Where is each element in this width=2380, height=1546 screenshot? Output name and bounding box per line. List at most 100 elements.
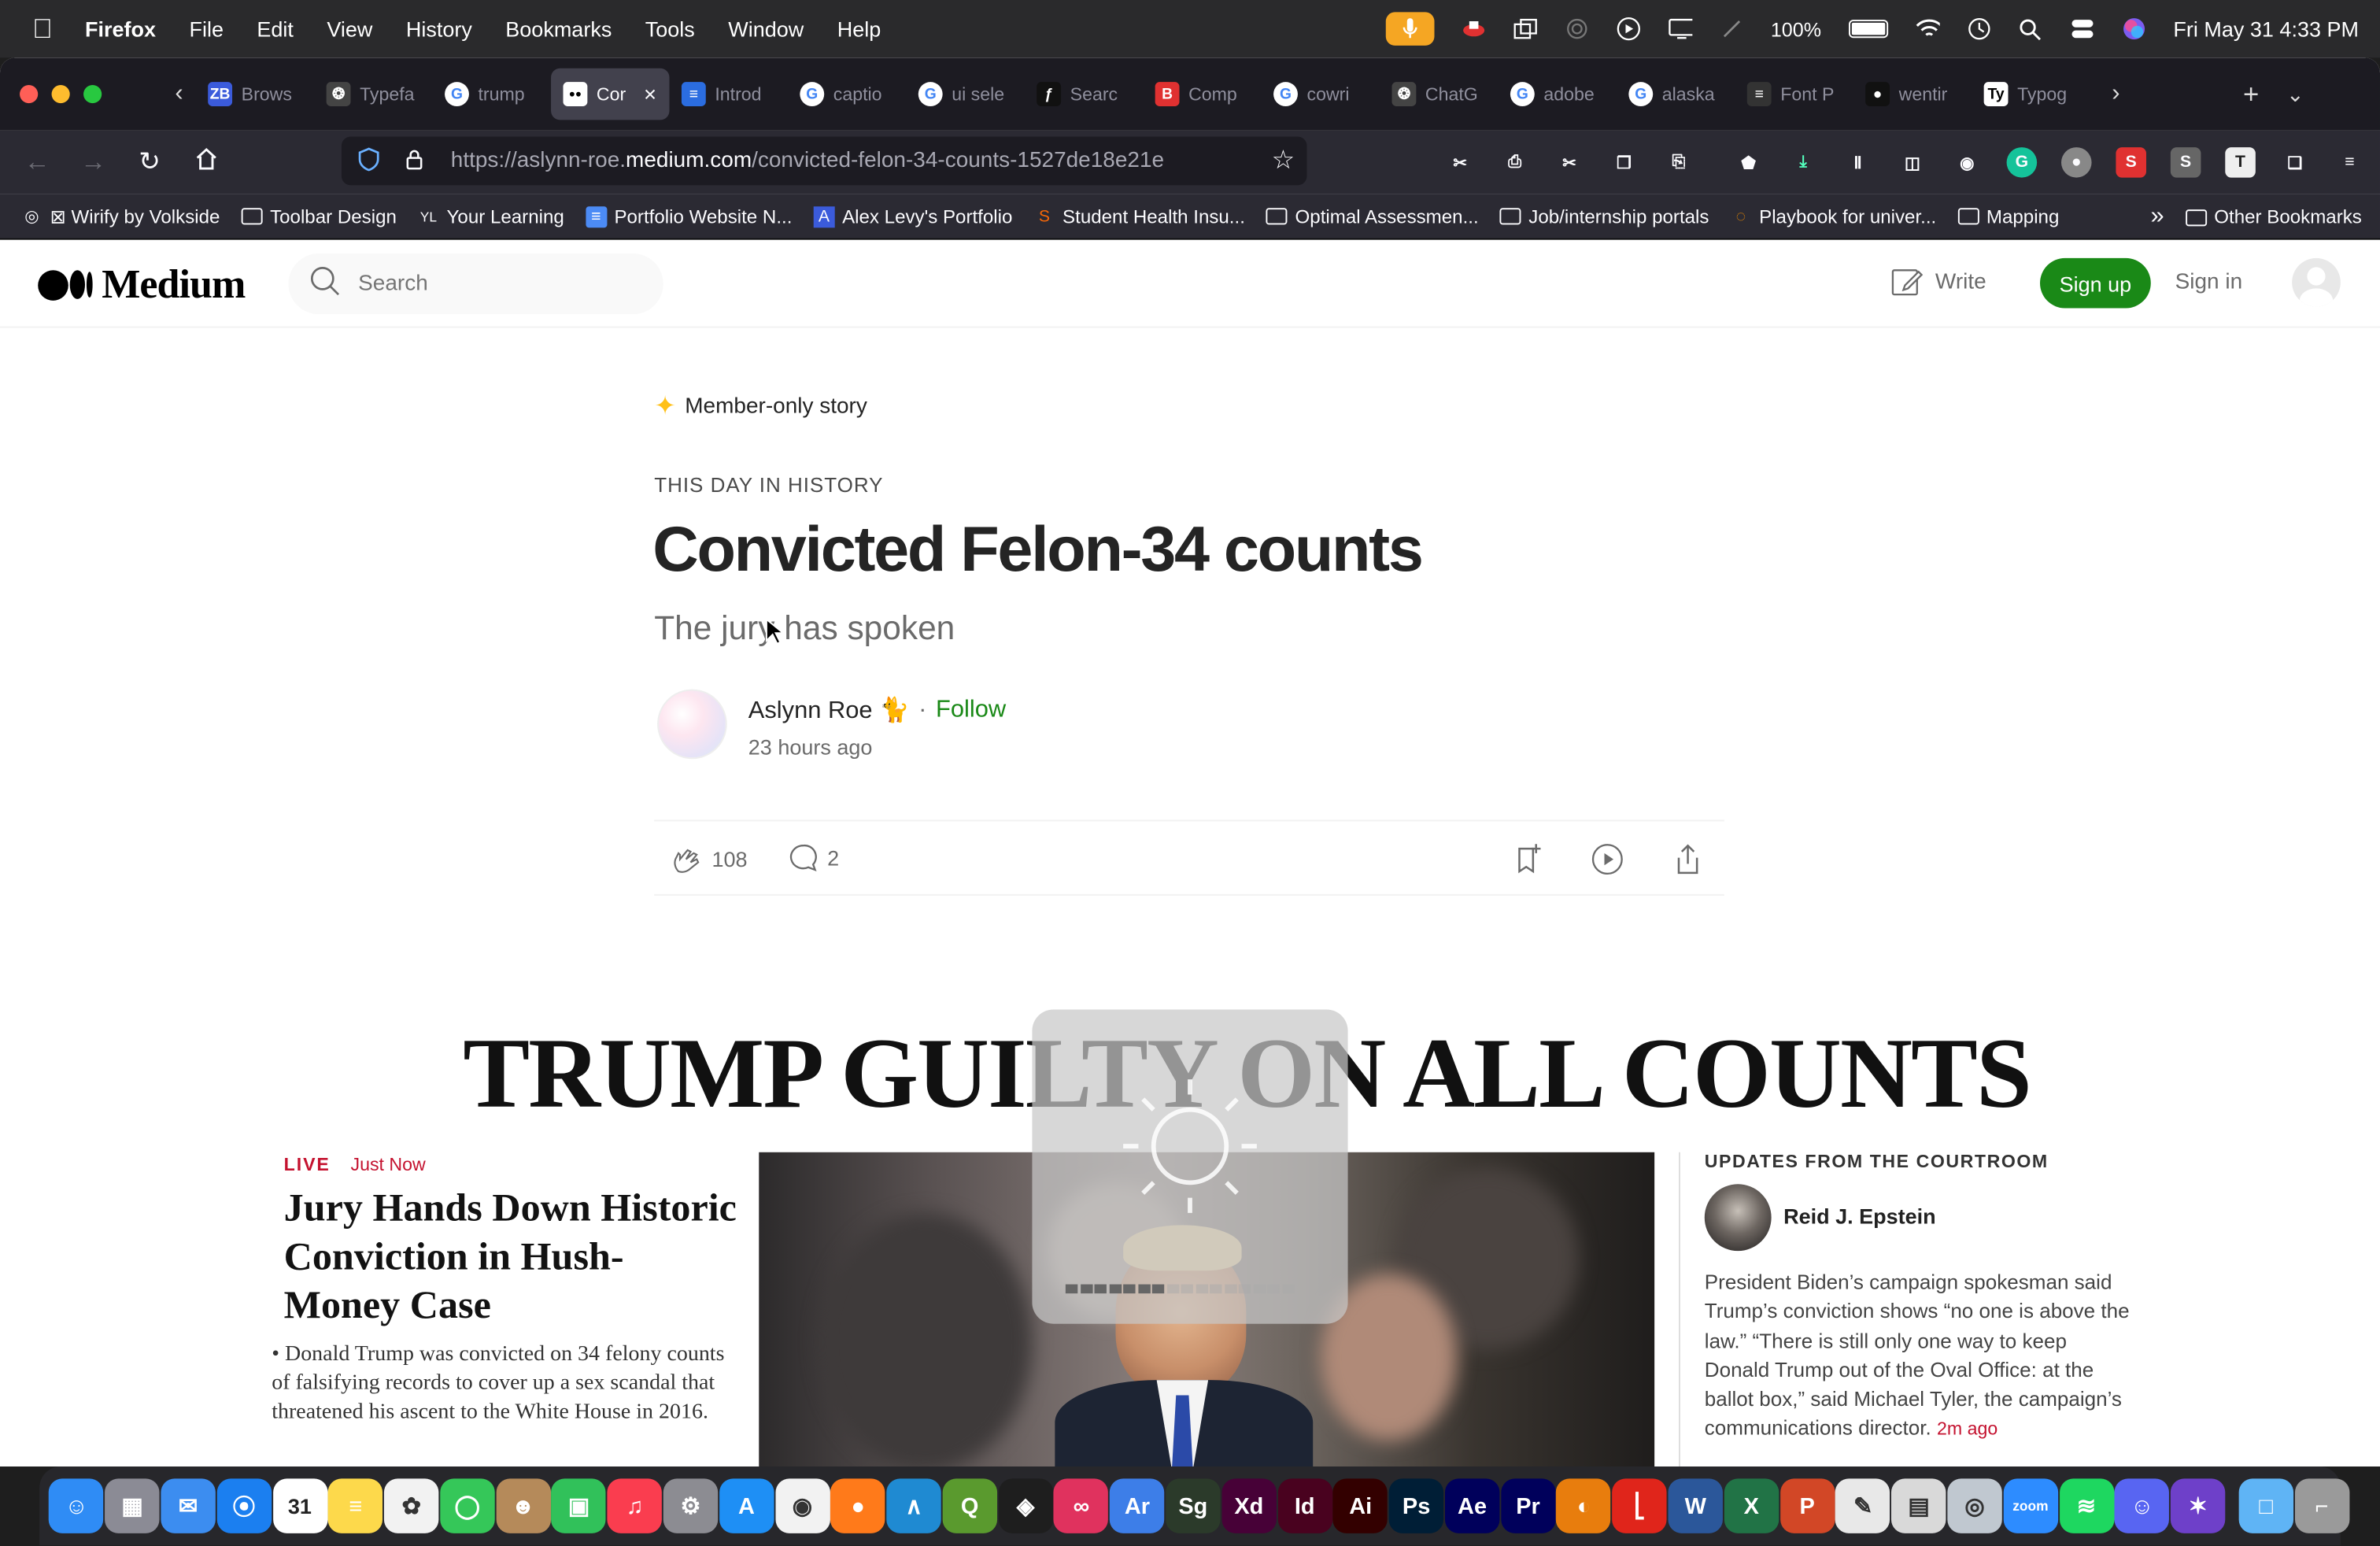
bookmark-item[interactable]: A Alex Levy's Portfolio [813, 205, 1012, 227]
firefox-icon[interactable]: ● [830, 1478, 885, 1533]
tab-ty-15[interactable]: Ty Typog [1972, 68, 2090, 120]
airdrop-icon[interactable] [1565, 17, 1589, 41]
save-bookmark-button[interactable] [1513, 842, 1544, 875]
grammarly-icon[interactable]: G [2006, 147, 2038, 178]
tab-script-f-7[interactable]: ƒ Searc [1025, 68, 1143, 120]
safari-icon[interactable]: ⦿ [216, 1478, 272, 1533]
downloads-icon[interactable]: ⤓ [1788, 147, 1819, 178]
mail-icon[interactable]: ✉ [161, 1478, 216, 1533]
menu-help[interactable]: Help [837, 17, 881, 41]
chrome-icon[interactable]: ◉ [774, 1478, 830, 1533]
tab-google-9[interactable]: Gcowri [1262, 68, 1380, 120]
sign-up-button[interactable]: Sign up [2039, 257, 2151, 309]
back-icon[interactable]: ← [9, 147, 65, 178]
bookmark-item[interactable]: ◌ Playbook for univer... [1730, 205, 1937, 227]
bookmark-item[interactable]: ≡ Portfolio Website N... [585, 205, 792, 227]
vscode-icon[interactable]: ∧ [886, 1478, 941, 1533]
bookmark-item[interactable]: Optimal Assessmen... [1266, 205, 1479, 227]
siri-icon[interactable] [2122, 17, 2146, 41]
sign-in-link[interactable]: Sign in [2175, 270, 2243, 294]
menu-tools[interactable]: Tools [645, 17, 695, 41]
tab-google-11[interactable]: Gadobe [1498, 68, 1616, 120]
notes-icon[interactable]: ≡ [328, 1478, 383, 1533]
messages-icon[interactable]: ◯ [440, 1478, 495, 1533]
author-avatar[interactable] [657, 689, 727, 760]
github-desktop-icon[interactable]: ✶ [2171, 1478, 2226, 1533]
creative-cloud-icon[interactable]: ∞ [1054, 1478, 1109, 1533]
raccoon-extension-icon[interactable]: ● [2060, 147, 2092, 178]
lock-icon[interactable] [396, 148, 432, 174]
url-bar[interactable]: https://aslynn-roe.medium.com/convicted-… [341, 136, 1307, 186]
publication-kicker[interactable]: THIS DAY IN HISTORY [654, 474, 883, 497]
discord-icon[interactable]: ☺ [2115, 1478, 2170, 1533]
extensions-puzzle-icon[interactable]: ❑ [2280, 147, 2311, 178]
screen-record-icon[interactable] [1461, 17, 1485, 41]
after-effects-icon[interactable]: Ae [1444, 1478, 1500, 1533]
apple-icon[interactable]:  [0, 13, 85, 44]
menu-bookmarks[interactable]: Bookmarks [505, 17, 612, 41]
control-center-icon[interactable] [2070, 17, 2094, 41]
bookmark-item[interactable]: ◎ ⊠ Wirify by Volkside [21, 205, 220, 227]
zoom-icon[interactable]: zoom [2003, 1478, 2058, 1533]
app-store-icon[interactable]: A [719, 1478, 774, 1533]
new-tab-icon[interactable]: + [2243, 78, 2259, 109]
play-icon[interactable] [1616, 17, 1640, 41]
downloads-folder-icon[interactable]: □ [2238, 1478, 2293, 1533]
bookmark-item[interactable]: S Student Health Insu... [1033, 205, 1245, 227]
word-icon[interactable]: W [1668, 1478, 1724, 1533]
tab-medium-3[interactable]: ●● Cor ✕ [551, 68, 670, 120]
battery-icon[interactable] [1848, 20, 1888, 39]
bookmark-item[interactable]: YL Your Learning [418, 205, 564, 227]
tab-doc-4[interactable]: ≡ Introd [669, 68, 787, 120]
tab-openai-1[interactable]: ❂ Typefa [314, 68, 432, 120]
photoshop-icon[interactable]: Ps [1388, 1478, 1444, 1533]
list-all-tabs-icon[interactable]: ⌄ [2286, 81, 2304, 107]
excel-icon[interactable]: X [1724, 1478, 1779, 1533]
follow-button[interactable]: Follow [936, 697, 1006, 724]
qgis-icon[interactable]: Q [942, 1478, 997, 1533]
account-icon[interactable]: ◉ [1952, 147, 1983, 178]
forward-icon[interactable]: → [65, 147, 121, 178]
ar-icon[interactable]: Ar [1110, 1478, 1165, 1533]
trash-icon[interactable]: ⌐ [2294, 1478, 2349, 1533]
tab-b-8[interactable]: B Comp [1143, 68, 1261, 120]
photos-icon[interactable]: ✿ [384, 1478, 439, 1533]
microphone-icon[interactable] [1385, 12, 1434, 46]
spotify-icon[interactable]: ≋ [2059, 1478, 2114, 1533]
app-menu-icon[interactable]: ≡ [2334, 147, 2365, 178]
print-icon[interactable]: ⎙ [1499, 147, 1530, 178]
time-machine-icon[interactable] [1967, 17, 1991, 41]
s-red-extension-icon[interactable]: S [2116, 147, 2146, 178]
menu-edit[interactable]: Edit [257, 17, 294, 41]
search-input[interactable]: Search [288, 253, 663, 315]
close-tab-icon[interactable]: ✕ [643, 84, 657, 104]
zoom-window-button[interactable] [83, 84, 102, 104]
tab-google-5[interactable]: Gcaptio [788, 68, 906, 120]
reload-icon[interactable]: ↻ [121, 147, 177, 178]
contacts-icon[interactable]: ☻ [495, 1478, 551, 1533]
figma-icon[interactable]: ◈ [998, 1478, 1053, 1533]
menu-clock[interactable]: Fri May 31 4:33 PM [2173, 17, 2359, 41]
responses-button[interactable]: 2 [788, 842, 839, 873]
medium-logo[interactable]: Medium [38, 261, 246, 309]
tab-scroll-right-icon[interactable]: › [2099, 80, 2132, 108]
bookmark-star-icon[interactable]: ☆ [1272, 146, 1295, 176]
facetime-icon[interactable]: ▣ [551, 1478, 607, 1533]
bookmark-item[interactable]: Mapping [1957, 205, 2059, 227]
tab-google-6[interactable]: Gui sele [906, 68, 1024, 120]
tab-scroll-left-icon[interactable]: ‹ [162, 80, 195, 108]
home-icon[interactable] [178, 147, 234, 178]
author-name[interactable]: Aslynn Roe 🐈 [748, 695, 910, 726]
tab-openai-10[interactable]: ❂ ChatG [1380, 68, 1498, 120]
url-text[interactable]: https://aslynn-roe.medium.com/convicted-… [451, 149, 1164, 173]
more-bookmarks-icon[interactable]: » [2150, 203, 2164, 231]
tab-google-2[interactable]: Gtrump [433, 68, 551, 120]
menu-app-name[interactable]: Firefox [85, 17, 156, 41]
settings-icon[interactable]: ⚙ [663, 1478, 719, 1533]
pocket-icon[interactable]: ⬟ [1733, 147, 1764, 178]
textedit-icon[interactable]: ✎ [1835, 1478, 1890, 1533]
screenshot-extension-icon[interactable]: ✂ [1445, 147, 1476, 178]
xd-icon[interactable]: Xd [1221, 1478, 1277, 1533]
wifi-icon[interactable] [1916, 17, 1940, 41]
library-icon[interactable]: Ⅱ [1842, 147, 1873, 178]
